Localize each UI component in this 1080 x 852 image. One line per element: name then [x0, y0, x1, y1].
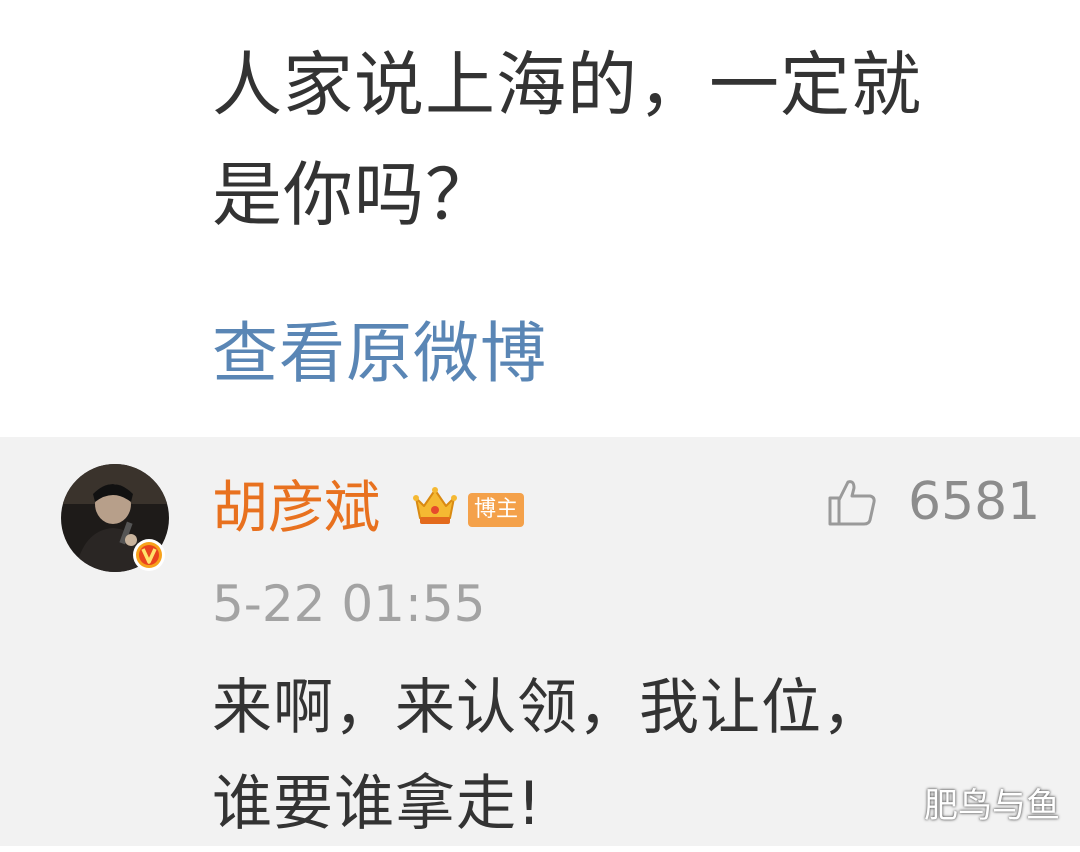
post-text: 人家说上海的，一定就 是你吗？: [212, 30, 1012, 250]
comment-timestamp: 5-22 01:55: [212, 575, 486, 633]
like-count: 6581: [908, 472, 1041, 532]
watermark: 肥鸟与鱼: [924, 786, 1060, 826]
thumbs-up-icon: [828, 480, 876, 526]
verified-v-icon: [133, 539, 165, 571]
original-post: 人家说上海的，一定就 是你吗？ 查看原微博: [0, 0, 1080, 437]
author-badge: 博主: [468, 493, 524, 527]
like-button[interactable]: 6581: [826, 472, 1040, 532]
commenter-username[interactable]: 胡彦斌: [212, 474, 380, 544]
post-text-line-2: 是你吗？: [212, 154, 496, 236]
comment-text-line-1: 来啊，来认领，我让位，: [212, 673, 883, 743]
comment-text-line-2: 谁要谁拿走!: [212, 769, 543, 839]
crown-icon: [413, 487, 457, 524]
comment-text: 来啊，来认领，我让位， 谁要谁拿走!: [212, 660, 1012, 852]
post-text-line-1: 人家说上海的，一定就: [212, 44, 922, 126]
view-original-weibo-link[interactable]: 查看原微博: [212, 314, 547, 394]
